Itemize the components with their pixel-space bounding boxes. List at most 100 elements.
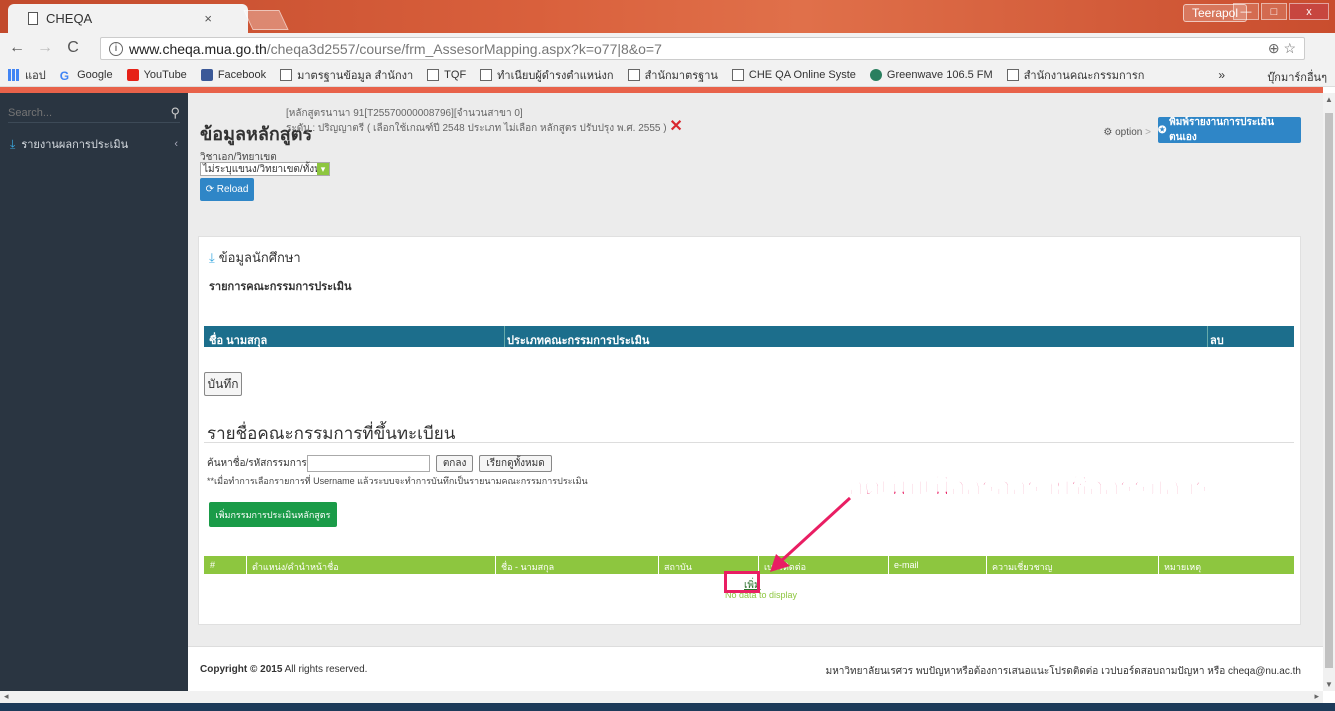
table-header-cell: ประเภทคณะกรรมการประเมิน xyxy=(507,335,650,347)
table-divider xyxy=(504,326,505,347)
scroll-left-icon[interactable]: ◂ xyxy=(4,691,9,702)
bookmark-item[interactable]: ทำเนียบผู้ดำรงตำแหน่งก xyxy=(480,66,614,84)
table-divider xyxy=(986,556,987,574)
page-icon xyxy=(28,12,38,25)
tab-close-icon[interactable]: × xyxy=(204,11,212,26)
bookmark-item[interactable]: Greenwave 106.5 FM xyxy=(869,68,993,81)
annotation-callout: กดเพิ่มเพื่อกรอกรายชื่อกรรมการ xyxy=(848,471,1210,502)
add-committee-button[interactable]: เพิ่มกรรมการประเมินหลักสูตร xyxy=(209,502,337,527)
bookmark-youtube[interactable]: YouTube xyxy=(126,68,187,81)
back-button[interactable]: ← xyxy=(6,39,28,57)
chevron-down-icon: ▾ xyxy=(317,163,329,175)
bookmark-star-icon[interactable]: ⊕ ☆ xyxy=(1268,40,1296,57)
facebook-icon xyxy=(200,68,213,81)
youtube-icon xyxy=(126,68,139,81)
copyright-text: Copyright © 2015 All rights reserved. xyxy=(200,664,368,675)
tab-title: CHEQA xyxy=(46,11,93,26)
table-divider xyxy=(1207,326,1208,347)
bookmark-apps[interactable]: แอป xyxy=(8,66,46,84)
table-divider xyxy=(1158,556,1159,574)
campus-select[interactable]: ไม่ระบุแขนง/วิทยาเขต/ทั้งหม ▾ xyxy=(200,162,330,176)
table-header-cell: e-mail xyxy=(894,560,919,570)
os-taskbar xyxy=(0,703,1335,711)
help-note: **เมื่อทำการเลือกรายการที่ Username แล้ว… xyxy=(207,476,588,486)
save-button[interactable]: บันทึก xyxy=(204,372,242,396)
folder-icon xyxy=(1250,71,1262,83)
browser-titlebar: CHEQA × Teerapol — □ x xyxy=(0,0,1335,33)
window-controls: — □ x xyxy=(1233,3,1329,20)
minimize-button[interactable]: — xyxy=(1233,3,1259,20)
scroll-right-icon[interactable]: ▸ xyxy=(1314,691,1319,702)
sidebar: ⚲ ⤓ รายงานผลการประเมิน ‹ xyxy=(0,93,188,691)
print-icon: ✪ xyxy=(1158,124,1167,136)
bookmarks-more-button[interactable]: » xyxy=(1218,68,1225,82)
google-icon: G xyxy=(59,68,70,83)
gear-icon: ⚙ xyxy=(1103,127,1113,138)
info-icon[interactable]: i xyxy=(109,41,123,56)
chevron-left-icon: ‹ xyxy=(174,138,178,150)
apps-icon xyxy=(8,68,20,81)
table-header-cell: ชื่อ นามสกุล xyxy=(209,335,268,347)
committee-list-heading: รายการคณะกรรมการประเมิน xyxy=(209,281,352,293)
course-meta: [หลักสูตรนานา 91[T25570000008796][จำนวนส… xyxy=(286,108,683,135)
committee-search-input[interactable] xyxy=(306,455,430,472)
page-icon xyxy=(280,68,293,81)
other-bookmarks[interactable]: บุ๊กมาร์กอื่นๆ xyxy=(1250,68,1327,86)
url-host: www.cheqa.mua.go.th xyxy=(129,40,267,57)
table-divider xyxy=(246,556,247,574)
scroll-thumb[interactable] xyxy=(1325,113,1333,668)
bookmark-item[interactable]: สำนักงานคณะกรรมการก xyxy=(1006,66,1144,84)
panel-title: ⤓ ข้อมูลนักศึกษา xyxy=(209,250,301,265)
search-icon[interactable]: ⚲ xyxy=(170,105,180,121)
show-all-button[interactable]: เรียกดูทั้งหมด xyxy=(479,455,552,472)
url-bar[interactable]: i www.cheqa.mua.go.th/cheqa3d2557/course… xyxy=(100,37,1305,60)
page-footer: Copyright © 2015 All rights reserved. มห… xyxy=(188,646,1323,691)
print-report-button[interactable]: ✪ พิมพ์รายงานการประเมินตนเอง xyxy=(1158,117,1301,143)
download-icon: ⤓ xyxy=(209,250,215,265)
scroll-up-icon[interactable]: ▲ xyxy=(1325,95,1333,104)
ok-button[interactable]: ตกลง xyxy=(435,455,474,472)
bookmark-item[interactable]: สำนักมาตรฐาน xyxy=(627,66,718,84)
divider xyxy=(204,442,1294,443)
search-input[interactable] xyxy=(8,106,171,119)
option-link[interactable]: ⚙ option > xyxy=(1103,127,1151,138)
page-icon xyxy=(427,68,440,81)
reload-button[interactable]: C xyxy=(62,39,84,57)
table-divider xyxy=(658,556,659,574)
sidebar-item-report[interactable]: ⤓ รายงานผลการประเมิน ‹ xyxy=(0,133,188,155)
reload-page-button[interactable]: ⟳ Reload xyxy=(200,178,254,201)
table-header-cell: ชื่อ - นามสกุล xyxy=(501,562,555,572)
horizontal-scrollbar[interactable]: ◂ ▸ xyxy=(0,691,1323,703)
sidebar-search: ⚲ xyxy=(8,103,180,123)
new-tab-button[interactable] xyxy=(243,10,289,30)
bookmark-facebook[interactable]: Facebook xyxy=(200,68,266,81)
page-header: ข้อมูลหลักสูตร [หลักสูตรนานา 91[T2557000… xyxy=(200,108,683,165)
close-window-button[interactable]: x xyxy=(1289,3,1329,20)
table-header-cell: ตำแหน่ง/คำนำหน้าชื่อ xyxy=(252,562,339,572)
refresh-icon: ⟳ xyxy=(205,184,214,195)
page-icon xyxy=(1006,68,1019,81)
table-divider xyxy=(888,556,889,574)
address-toolbar: ← → C i www.cheqa.mua.go.th/cheqa3d2557/… xyxy=(0,33,1335,87)
table-header-cell: หมายเหตุ xyxy=(1164,562,1202,572)
scroll-down-icon[interactable]: ▼ xyxy=(1325,680,1333,689)
bookmark-google[interactable]: G Google xyxy=(59,68,113,83)
table-header-cell: ความเชี่ยวชาญ xyxy=(992,562,1053,572)
remove-icon[interactable]: ✕ xyxy=(669,118,682,135)
download-icon: ⤓ xyxy=(10,136,16,151)
bookmark-item[interactable]: CHE QA Online Syste xyxy=(731,68,856,81)
highlight-box xyxy=(724,571,760,593)
browser-tab[interactable]: CHEQA × xyxy=(8,4,248,33)
url-path: /cheqa3d2557/course/frm_AssesorMapping.a… xyxy=(266,40,662,57)
page-icon xyxy=(731,68,744,81)
committee-table-header: ชื่อ นามสกุล ประเภทคณะกรรมการประเมิน ลบ xyxy=(204,326,1294,347)
bookmarks-bar: แอป G Google YouTube Facebook มาตรฐานข้อ… xyxy=(0,63,1335,87)
bookmark-item[interactable]: มาตรฐานข้อมูล สำนักงา xyxy=(280,66,413,84)
maximize-button[interactable]: □ xyxy=(1261,3,1287,20)
vertical-scrollbar[interactable]: ▲ ▼ xyxy=(1323,93,1335,691)
sidebar-item-label: รายงานผลการประเมิน xyxy=(21,139,129,151)
forward-button[interactable]: → xyxy=(34,39,56,57)
bookmark-item[interactable]: TQF xyxy=(427,68,466,81)
page-icon xyxy=(480,68,493,81)
contact-text: มหาวิทยาลัยนเรศวร พบปัญหาหรือต้องการเสนอ… xyxy=(825,666,1301,677)
